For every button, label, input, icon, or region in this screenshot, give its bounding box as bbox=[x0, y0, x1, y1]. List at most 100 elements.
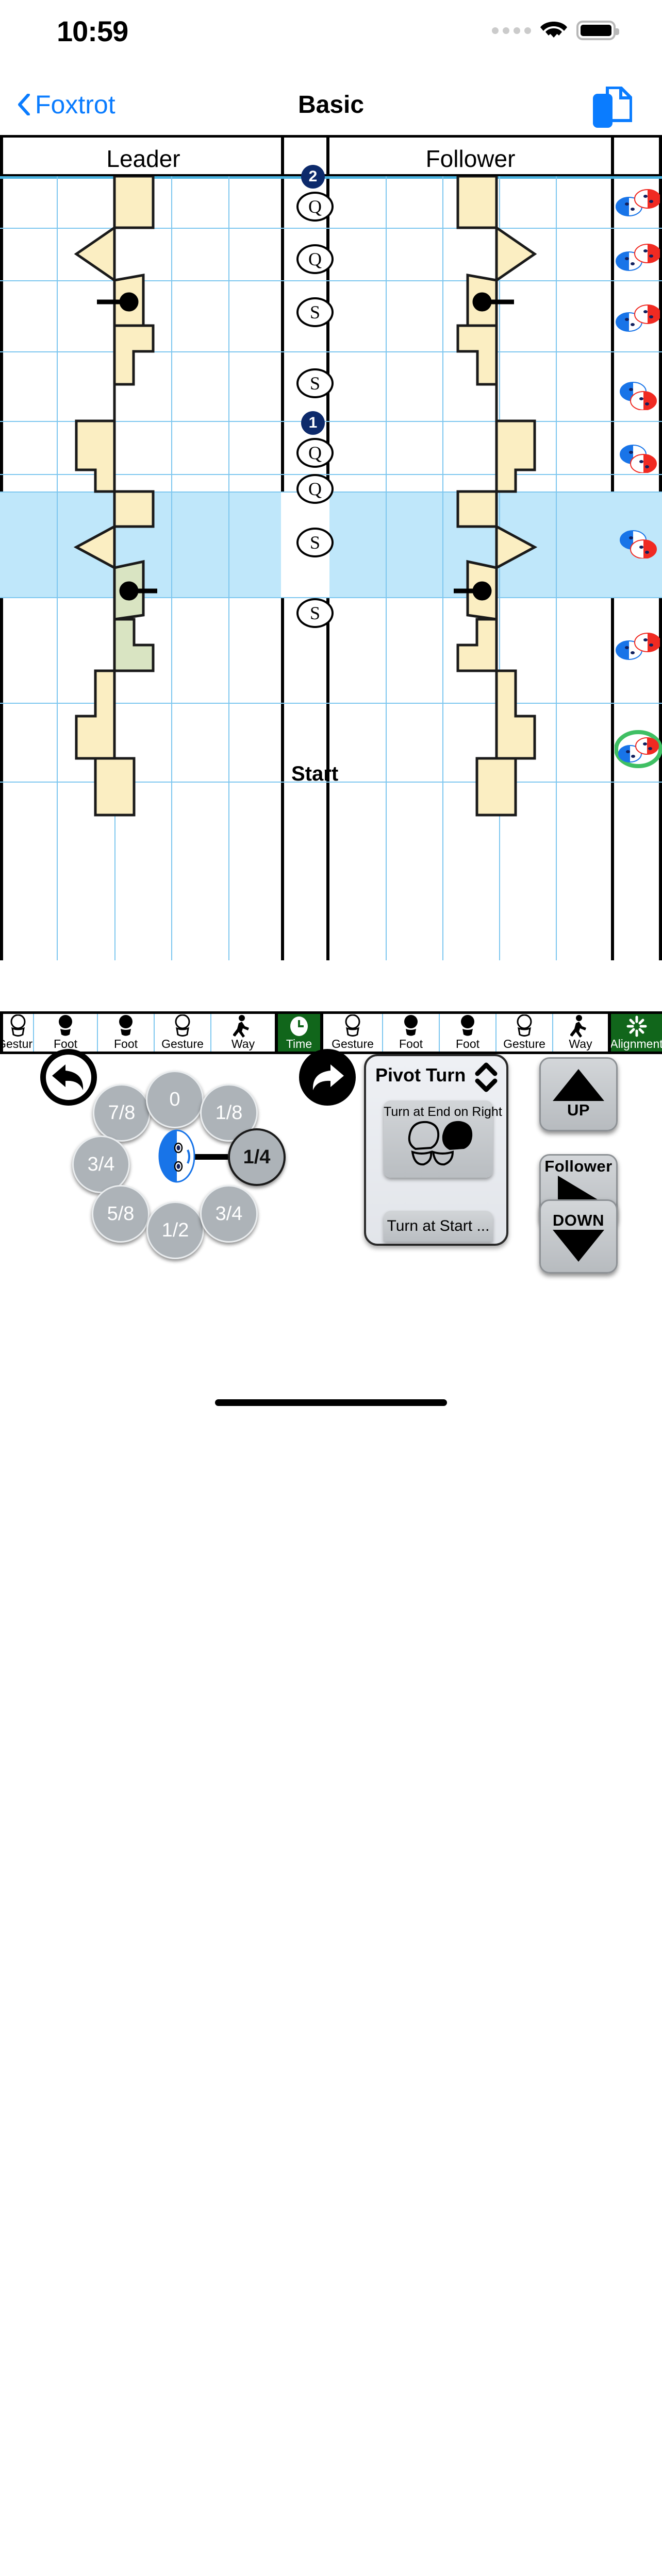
pivot-turn-panel[interactable]: Pivot Turn Turn at End on Right Turn at … bbox=[364, 1054, 508, 1246]
alignment-faces[interactable] bbox=[616, 243, 660, 272]
duplicate-document-button[interactable] bbox=[592, 86, 633, 129]
alignment-faces[interactable] bbox=[616, 381, 660, 410]
solid-foot-icon bbox=[457, 1014, 478, 1038]
outline-foot-icon bbox=[514, 1014, 535, 1038]
two-feet-turn-icon bbox=[408, 1121, 473, 1166]
legend-label: Gesture bbox=[503, 1037, 545, 1050]
walking-person-icon bbox=[233, 1014, 254, 1038]
legend-cell-alignment[interactable]: Alignment bbox=[611, 1014, 662, 1052]
legend-label: Foot bbox=[399, 1037, 423, 1050]
measure-badge[interactable]: 2 bbox=[301, 165, 325, 189]
leader-head-icon[interactable] bbox=[158, 1129, 196, 1183]
legend-label: Foot bbox=[455, 1037, 480, 1050]
dial-option-3-4-right[interactable]: 3/4 bbox=[200, 1185, 258, 1243]
legend-cell-gesture[interactable]: Gesture bbox=[0, 1014, 34, 1052]
clock-icon bbox=[288, 1014, 310, 1038]
dial-option-1-4[interactable]: 1/4 bbox=[228, 1128, 286, 1186]
page-title: Basic bbox=[297, 91, 365, 118]
scroll-down-label: DOWN bbox=[552, 1211, 605, 1229]
pivot-turn-option-card[interactable]: Turn at End on Right bbox=[384, 1100, 502, 1178]
scroll-up-button[interactable]: UP bbox=[539, 1057, 618, 1131]
alignment-faces[interactable] bbox=[616, 189, 660, 217]
solid-foot-icon bbox=[401, 1014, 421, 1038]
pivot-turn-secondary-option[interactable]: Turn at Start ... bbox=[384, 1211, 493, 1242]
notation-column-headers: Leader Follower bbox=[0, 138, 662, 176]
notation-grid[interactable]: 2 Q Q S S 1 Q Q S S Start bbox=[0, 165, 662, 960]
alignment-faces[interactable] bbox=[616, 444, 660, 473]
dial-option-5-8[interactable]: 5/8 bbox=[92, 1185, 150, 1243]
legend-label: Gesture bbox=[161, 1037, 204, 1050]
notation-sheet[interactable]: Leader Follower 2 Q Q S S 1 Q Q S S Star… bbox=[0, 135, 662, 1014]
triangle-up-icon bbox=[553, 1069, 604, 1101]
legend-label: Way bbox=[231, 1037, 255, 1050]
legend-label: Foot bbox=[113, 1037, 138, 1050]
legend-label: Way bbox=[569, 1037, 592, 1050]
leader-step-track[interactable] bbox=[0, 176, 281, 960]
legend-label: Time bbox=[286, 1037, 312, 1050]
legend-strip[interactable]: Gesture Foot Foot Gesture Way Time Ges bbox=[0, 1014, 662, 1054]
walking-person-icon bbox=[570, 1014, 591, 1038]
follower-step-track[interactable] bbox=[329, 176, 611, 960]
scroll-up-label: UP bbox=[567, 1101, 590, 1119]
count-marker-q[interactable]: Q bbox=[296, 192, 334, 222]
solid-foot-icon bbox=[115, 1014, 136, 1038]
legend-label: Gesture bbox=[332, 1037, 374, 1050]
count-marker-s[interactable]: S bbox=[296, 528, 334, 557]
legend-cell-foot[interactable]: Foot bbox=[34, 1014, 98, 1052]
dial-option-1-2[interactable]: 1/2 bbox=[146, 1201, 204, 1259]
bottom-toolbar[interactable]: ✕ bbox=[0, 1303, 662, 1376]
dial-option-0[interactable]: 0 bbox=[146, 1071, 204, 1128]
alignment-faces[interactable] bbox=[616, 632, 660, 661]
dial-option-7-8[interactable]: 7/8 bbox=[93, 1084, 151, 1142]
alignment-column[interactable] bbox=[615, 176, 662, 960]
wifi-icon bbox=[540, 22, 567, 38]
follower-column-header: Follower bbox=[425, 145, 516, 172]
status-bar-indicators bbox=[492, 21, 619, 40]
legend-cell-foot[interactable]: Foot bbox=[383, 1014, 440, 1052]
pivot-turn-title: Pivot Turn bbox=[375, 1064, 466, 1086]
measure-badge[interactable]: 1 bbox=[301, 411, 325, 435]
count-marker-s[interactable]: S bbox=[296, 368, 334, 398]
alignment-faces[interactable] bbox=[616, 530, 660, 558]
count-marker-q[interactable]: Q bbox=[296, 474, 334, 504]
legend-label: Alignment bbox=[611, 1037, 662, 1050]
legend-cell-gesture[interactable]: Gesture bbox=[155, 1014, 211, 1052]
legend-cell-foot[interactable]: Foot bbox=[440, 1014, 496, 1052]
time-count-column[interactable]: 2 Q Q S S 1 Q Q S S Start bbox=[284, 165, 342, 960]
pivot-turn-secondary-label: Turn at Start ... bbox=[387, 1217, 490, 1234]
pivot-turn-option-caption: Turn at End on Right bbox=[384, 1105, 502, 1119]
count-marker-q[interactable]: Q bbox=[296, 244, 334, 274]
nav-bar: Foxtrot Basic bbox=[0, 77, 662, 135]
solid-foot-icon bbox=[55, 1014, 76, 1038]
count-marker-s[interactable]: S bbox=[296, 297, 334, 327]
status-bar-clock: 10:59 bbox=[57, 15, 128, 47]
legend-cell-foot[interactable]: Foot bbox=[98, 1014, 155, 1052]
legend-cell-time[interactable]: Time bbox=[278, 1014, 323, 1052]
start-label: Start bbox=[291, 762, 339, 785]
outline-foot-icon bbox=[342, 1014, 363, 1038]
scroll-down-button[interactable]: DOWN bbox=[539, 1199, 618, 1274]
alignment-faces-current[interactable] bbox=[615, 730, 662, 768]
up-down-chevrons-icon[interactable] bbox=[474, 1062, 498, 1092]
legend-cell-way[interactable]: Way bbox=[211, 1014, 278, 1052]
duplicate-document-icon bbox=[593, 86, 633, 128]
follower-play-label: Follower bbox=[544, 1157, 613, 1175]
count-marker-q[interactable]: Q bbox=[296, 438, 334, 468]
battery-full-icon bbox=[576, 21, 619, 40]
legend-label: Gesture bbox=[3, 1037, 33, 1050]
alignment-faces[interactable] bbox=[616, 304, 660, 333]
leader-column-header: Leader bbox=[106, 145, 180, 172]
rotation-dial[interactable]: 7/8 0 1/8 3/4 1/4 5/8 1/2 3/4 bbox=[62, 1056, 309, 1262]
legend-cell-way[interactable]: Way bbox=[553, 1014, 611, 1052]
legend-cell-gesture[interactable]: Gesture bbox=[323, 1014, 383, 1052]
outline-foot-icon bbox=[172, 1014, 193, 1038]
starburst-icon bbox=[625, 1014, 648, 1038]
status-bar: 10:59 bbox=[0, 0, 662, 62]
outline-foot-icon bbox=[8, 1014, 28, 1038]
cellular-signal-icon bbox=[492, 27, 531, 34]
home-indicator bbox=[215, 1399, 447, 1406]
triangle-down-icon bbox=[553, 1230, 604, 1262]
count-marker-s[interactable]: S bbox=[296, 598, 334, 628]
redo-arrow-icon bbox=[312, 1064, 344, 1090]
legend-cell-gesture[interactable]: Gesture bbox=[496, 1014, 553, 1052]
